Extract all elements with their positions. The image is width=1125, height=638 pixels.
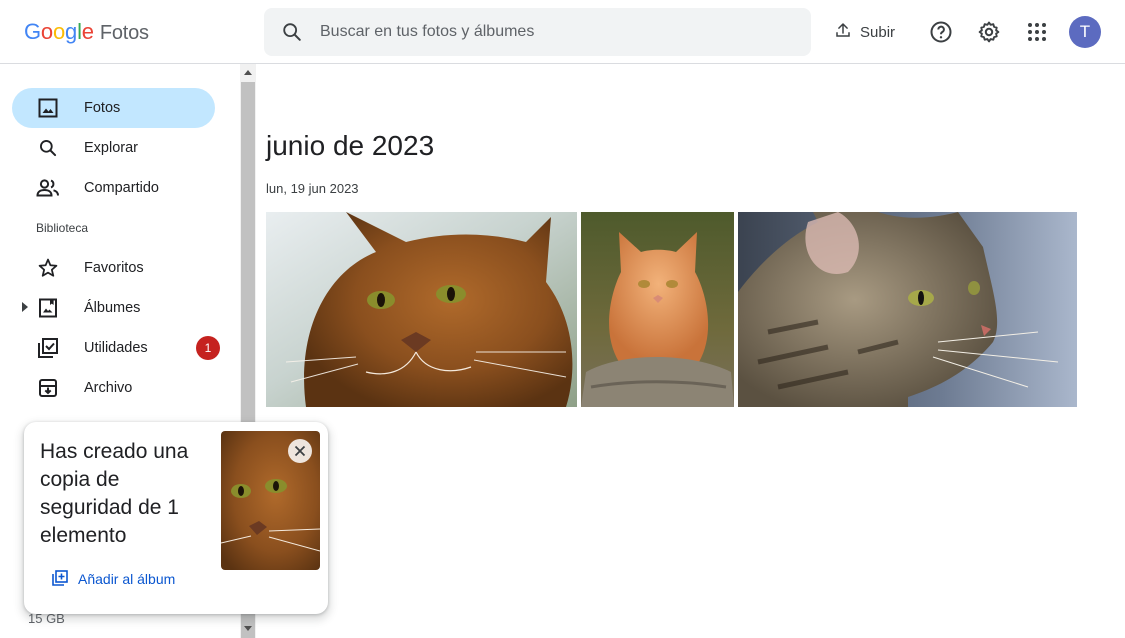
search-icon	[36, 136, 60, 160]
sidebar-item-favoritos[interactable]: Favoritos	[12, 248, 215, 288]
sidebar-item-utilidades[interactable]: Utilidades 1	[12, 328, 220, 368]
avatar[interactable]: T	[1069, 16, 1101, 48]
logo-letter: G	[24, 19, 41, 44]
section-label-biblioteca: Biblioteca	[36, 221, 89, 235]
photo-thumbnail[interactable]	[581, 212, 734, 407]
sidebar-item-label: Fotos	[84, 100, 121, 116]
upload-button[interactable]: Subir	[834, 18, 895, 46]
search-bar[interactable]: Buscar en tus fotos y álbumes	[264, 8, 811, 56]
add-to-album-button[interactable]: Añadir al álbum	[52, 569, 175, 589]
add-to-album-label: Añadir al álbum	[78, 571, 176, 587]
logo-letter: o	[40, 19, 53, 44]
product-name: Fotos	[99, 22, 149, 44]
sidebar-item-fotos[interactable]: Fotos	[12, 88, 215, 128]
sidebar-item-label: Álbumes	[84, 300, 141, 316]
people-icon	[36, 176, 60, 200]
logo-letter: e	[81, 19, 94, 44]
sidebar-item-albumes[interactable]: Álbumes	[12, 288, 215, 328]
logo-letter: o	[52, 19, 66, 44]
help-icon[interactable]	[925, 16, 957, 48]
backup-toast: Has creado una copia de seguridad de 1 e…	[24, 422, 328, 614]
top-app-bar: Google Fotos Buscar en tus fotos y álbum…	[0, 0, 1125, 64]
sidebar-item-label: Archivo	[84, 380, 133, 396]
sidebar-item-label: Favoritos	[84, 260, 144, 276]
logo-letter: g	[65, 19, 78, 44]
sidebar-item-archivo[interactable]: Archivo	[12, 368, 215, 408]
notification-badge: 1	[196, 336, 220, 360]
utilities-icon	[36, 336, 60, 360]
photo-thumbnail[interactable]	[738, 212, 1077, 407]
search-icon[interactable]	[264, 8, 320, 56]
expand-caret-icon[interactable]	[22, 302, 28, 312]
scroll-up-arrow-icon[interactable]	[244, 70, 252, 75]
sidebar-item-label: Explorar	[84, 140, 138, 156]
month-heading: junio de 2023	[266, 130, 435, 161]
photo-icon	[36, 96, 60, 120]
search-input[interactable]: Buscar en tus fotos y álbumes	[320, 23, 534, 41]
apps-icon[interactable]	[1021, 16, 1053, 48]
star-icon	[36, 256, 60, 280]
upload-icon	[834, 21, 860, 43]
archive-icon	[36, 376, 60, 400]
toast-message: Has creado una copia de seguridad de 1 e…	[40, 440, 189, 547]
add-to-album-icon	[52, 569, 78, 589]
sidebar-item-explorar[interactable]: Explorar	[12, 128, 215, 168]
sidebar-item-label: Utilidades	[84, 340, 148, 356]
close-icon[interactable]	[288, 439, 312, 463]
sidebar-item-label: Compartido	[84, 180, 159, 196]
date-heading: lun, 19 jun 2023	[266, 181, 359, 196]
settings-icon[interactable]	[973, 16, 1005, 48]
photo-thumbnail[interactable]	[266, 212, 577, 407]
upload-label: Subir	[860, 23, 896, 41]
sidebar-item-compartido[interactable]: Compartido	[12, 168, 215, 208]
scroll-down-arrow-icon[interactable]	[244, 626, 252, 631]
album-icon	[36, 296, 60, 320]
google-wordmark: Google	[24, 19, 94, 45]
google-photos-logo[interactable]: Google Fotos	[24, 19, 149, 45]
